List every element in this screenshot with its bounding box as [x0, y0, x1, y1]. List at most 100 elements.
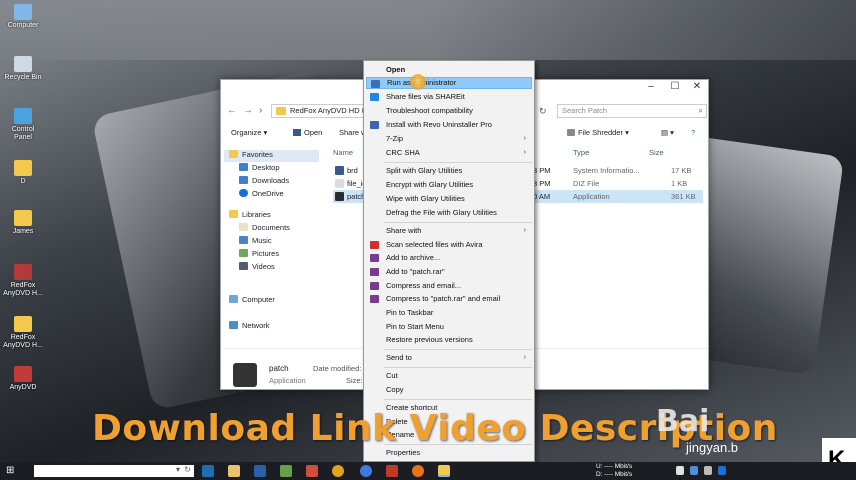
computer-icon	[229, 295, 238, 303]
menu-item-encrypt-glary[interactable]: Encrypt with Glary Utilities	[366, 179, 532, 191]
nav-onedrive[interactable]: OneDrive	[239, 189, 284, 201]
open-button[interactable]: Open	[293, 128, 322, 137]
menu-item-restore-versions[interactable]: Restore previous versions	[366, 334, 532, 346]
baidu-watermark: Bai	[656, 404, 710, 439]
menu-item-troubleshoot[interactable]: Troubleshoot compatibility	[366, 105, 532, 117]
desktop-icon-recycle-bin[interactable]: Recycle Bin	[2, 56, 44, 82]
windows-start-icon[interactable]: ⊞	[6, 465, 14, 476]
avira-icon	[370, 241, 379, 249]
recycle-bin-icon	[14, 56, 32, 72]
nav-music[interactable]: Music	[239, 236, 272, 248]
refresh-icon[interactable]: ↻	[539, 106, 547, 117]
menu-item-revo[interactable]: Install with Revo Uninstaller Pro	[366, 119, 532, 131]
submenu-arrow-icon: ›	[523, 149, 526, 156]
nav-computer[interactable]: Computer	[229, 295, 275, 307]
folder-icon	[276, 107, 286, 115]
winrar-icon	[14, 264, 32, 280]
nav-libraries[interactable]: Libraries	[229, 210, 271, 222]
desktop-icon-d[interactable]: D	[2, 160, 44, 186]
mouse-cursor-highlight	[410, 74, 426, 90]
address-bar[interactable]: RedFox AnyDVD HD 8...	[271, 104, 371, 118]
tray-app-icon[interactable]	[718, 466, 726, 475]
winrar-icon	[370, 254, 379, 262]
folder-icon	[14, 316, 32, 332]
winrar-icon	[370, 295, 379, 303]
column-name[interactable]: Name	[333, 148, 353, 157]
menu-item-split-glary[interactable]: Split with Glary Utilities	[366, 165, 532, 177]
menu-item-add-archive[interactable]: Add to archive...	[366, 252, 532, 264]
desktop-icon-computer[interactable]: Computer	[2, 4, 44, 30]
column-type[interactable]: Type	[573, 148, 589, 157]
menu-item-pin-taskbar[interactable]: Pin to Taskbar	[366, 307, 532, 319]
organize-button[interactable]: Organize ▾	[231, 128, 267, 137]
search-input[interactable]: Search Patch ⌕	[557, 104, 707, 118]
forward-icon[interactable]: →	[243, 105, 253, 116]
chevron-right-icon[interactable]: ›	[259, 105, 262, 116]
nav-downloads[interactable]: Downloads	[239, 176, 289, 188]
taskbar-app-chrome-icon[interactable]	[332, 465, 344, 477]
back-icon[interactable]: ←	[227, 105, 237, 116]
shield-icon	[371, 80, 380, 88]
maximize-icon[interactable]: ☐	[665, 81, 685, 93]
taskbar-app-explorer-icon[interactable]	[438, 465, 450, 477]
shareit-icon	[370, 93, 379, 101]
taskbar-app-tool-icon[interactable]	[280, 465, 292, 477]
minimize-icon[interactable]: –	[641, 81, 661, 93]
file-icon	[335, 166, 344, 175]
taskbar-app-browser-icon[interactable]	[360, 465, 372, 477]
menu-item-crc-sha[interactable]: CRC SHA ›	[366, 147, 532, 159]
close-icon[interactable]: ✕	[687, 81, 707, 93]
menu-item-copy[interactable]: Copy	[366, 384, 532, 396]
nav-network[interactable]: Network	[229, 321, 270, 333]
taskbar-search-input[interactable]: ▾ ↻	[34, 465, 194, 477]
menu-item-compress-rar-email[interactable]: Compress to "patch.rar" and email	[366, 293, 532, 305]
menu-item-compress-email[interactable]: Compress and email...	[366, 280, 532, 292]
menu-separator	[384, 367, 532, 368]
column-size[interactable]: Size	[649, 148, 664, 157]
file-shredder-button[interactable]: File Shredder ▾	[567, 128, 629, 137]
help-icon[interactable]: ?	[691, 128, 695, 137]
desktop-icon-redfox-folder[interactable]: RedFox AnyDVD H...	[2, 316, 44, 350]
videos-icon	[239, 262, 248, 270]
menu-item-run-as-administrator[interactable]: Run as administrator	[366, 77, 532, 89]
menu-item-share-shareit[interactable]: Share files via SHAREit	[366, 91, 532, 103]
menu-item-send-to[interactable]: Send to ›	[366, 352, 532, 364]
nav-documents[interactable]: Documents	[239, 223, 290, 235]
menu-item-defrag-glary[interactable]: Defrag the File with Glary Utilities	[366, 207, 532, 219]
taskbar-app-media-icon[interactable]	[306, 465, 318, 477]
chevron-down-icon[interactable]: ▾	[176, 465, 180, 474]
submenu-arrow-icon: ›	[523, 135, 526, 142]
nav-favorites[interactable]: Favorites	[224, 150, 319, 162]
menu-item-7zip[interactable]: 7-Zip ›	[366, 133, 532, 145]
menu-item-open[interactable]: Open	[366, 64, 532, 76]
desktop-icon-james[interactable]: James	[2, 210, 44, 236]
submenu-arrow-icon: ›	[523, 354, 526, 361]
nav-pictures[interactable]: Pictures	[239, 249, 279, 261]
menu-item-wipe-glary[interactable]: Wipe with Glary Utilities	[366, 193, 532, 205]
menu-item-avira-scan[interactable]: Scan selected files with Avira	[366, 239, 532, 251]
nav-videos[interactable]: Videos	[239, 262, 275, 274]
taskbar-app-people-icon[interactable]	[228, 465, 240, 477]
tray-volume-icon[interactable]	[704, 466, 712, 475]
menu-item-share-with[interactable]: Share with ›	[366, 225, 532, 237]
network-icon	[229, 321, 238, 329]
taskbar-app-word-icon[interactable]	[254, 465, 266, 477]
menu-item-pin-start[interactable]: Pin to Start Menu	[366, 321, 532, 333]
tray-network-icon[interactable]	[690, 466, 698, 475]
taskbar-app-photoshop-icon[interactable]	[202, 465, 214, 477]
view-options-icon[interactable]: ▤ ▾	[661, 128, 674, 137]
taskbar-app-firefox-icon[interactable]	[412, 465, 424, 477]
application-icon	[335, 192, 344, 201]
nav-desktop[interactable]: Desktop	[239, 163, 280, 175]
taskbar-app-red-icon[interactable]	[386, 465, 398, 477]
menu-item-cut[interactable]: Cut	[366, 370, 532, 382]
desktop-icon-control-panel[interactable]: Control Panel	[2, 108, 44, 142]
menu-item-add-rar[interactable]: Add to "patch.rar"	[366, 266, 532, 278]
refresh-icon[interactable]: ↻	[184, 465, 191, 474]
desktop-icon-anydvd[interactable]: AnyDVD	[2, 366, 44, 392]
tray-s-icon[interactable]	[676, 466, 684, 475]
network-speed-meter: U: ---- Mbit/s D: ---- Mbit/s	[596, 463, 633, 478]
context-menu: Open Run as administrator Share files vi…	[363, 60, 535, 462]
desktop-icon	[239, 163, 248, 171]
desktop-icon-redfox-archive[interactable]: RedFox AnyDVD H...	[2, 264, 44, 298]
